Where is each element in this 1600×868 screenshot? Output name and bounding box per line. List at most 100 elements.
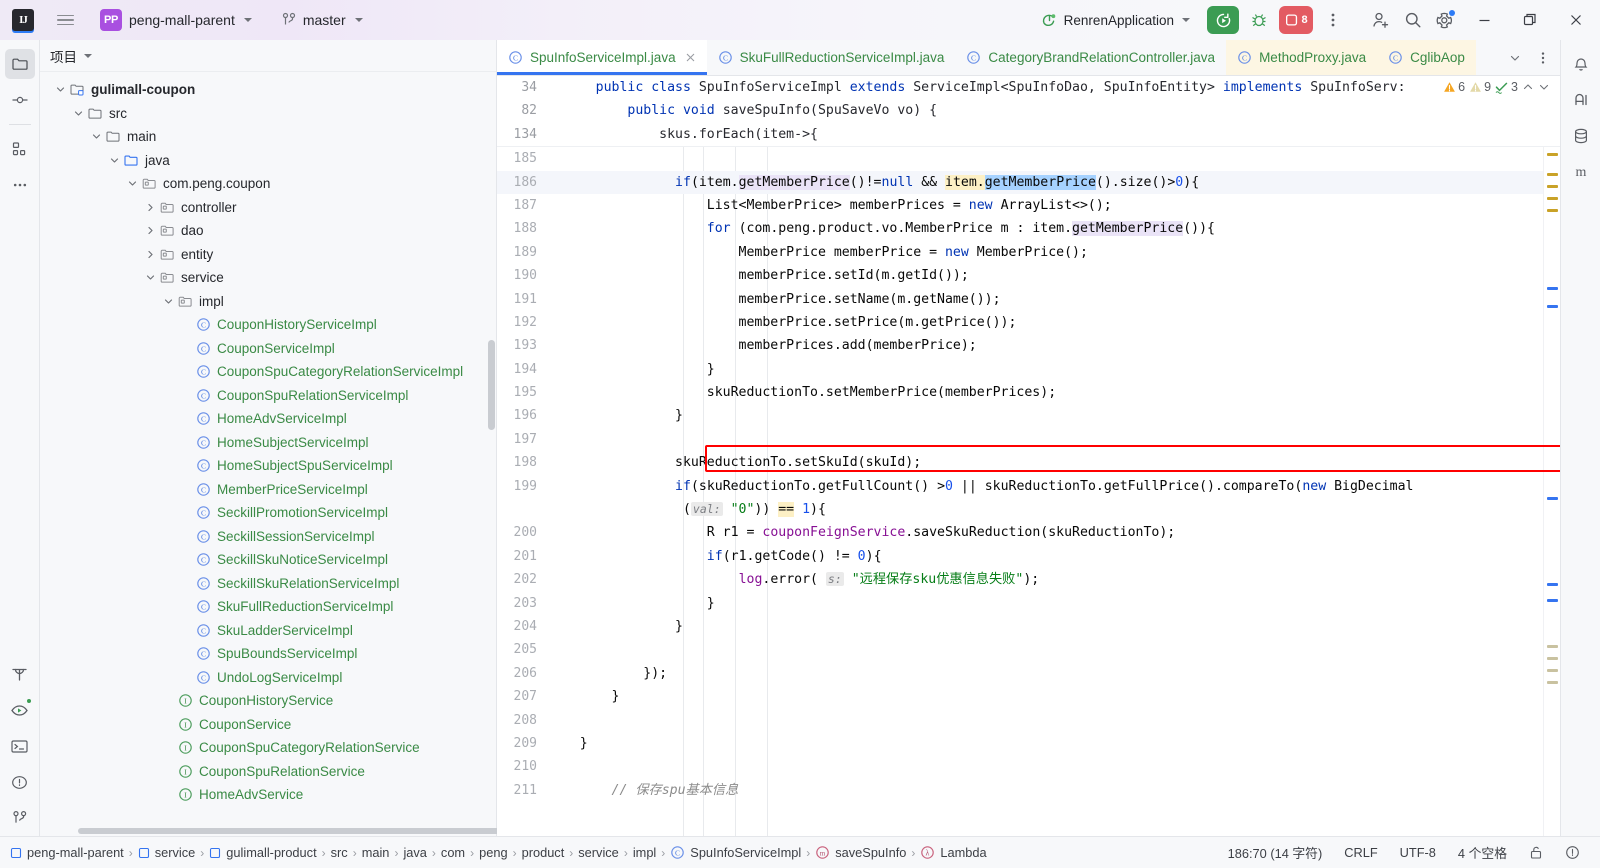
tree-node[interactable]: C SkuLadderServiceImpl [40,619,496,643]
breadcrumb-item[interactable]: com [437,843,469,862]
maximize-button[interactable] [1508,0,1552,40]
sidebar-item-problems[interactable] [5,767,35,797]
code-line[interactable]: 201 if(r1.getCode() != 0){ [497,545,1543,568]
code-line[interactable]: 196 } [497,404,1543,427]
tree-node[interactable]: controller [40,196,496,220]
notifications-button[interactable]: 8 [1279,6,1313,34]
tree-node[interactable]: dao [40,219,496,243]
settings-button[interactable] [1430,5,1460,35]
chevron-up-icon[interactable] [1522,81,1534,93]
breadcrumb-item[interactable]: service [134,843,200,862]
tree-node[interactable]: C HomeSubjectSpuServiceImpl [40,454,496,478]
code-line[interactable]: 192 memberPrice.setPrice(m.getPrice()); [497,311,1543,334]
breadcrumb-item[interactable]: src [327,843,352,862]
tree-node[interactable]: C UndoLogServiceImpl [40,666,496,690]
editor-tab[interactable]: C SkuFullReductionServiceImpl.java [707,40,956,75]
tree-node[interactable]: I CouponSpuCategoryRelationService [40,736,496,760]
editor-tab[interactable]: C CglibAop [1377,40,1476,75]
breadcrumb-item[interactable]: gulimall-product [205,843,320,862]
code-line[interactable]: 185 [497,147,1543,170]
more-actions-button[interactable] [1318,5,1348,35]
debug-button[interactable] [1244,5,1274,35]
tree-node[interactable]: C MemberPriceServiceImpl [40,478,496,502]
code-line[interactable]: 209 } [497,732,1543,755]
sidebar-item-project[interactable] [4,49,35,79]
code-line[interactable]: 200 R r1 = couponFeignService.saveSkuRed… [497,521,1543,544]
breadcrumb-item[interactable]: product [518,843,569,862]
sidebar-item-commit[interactable] [5,85,35,115]
chevron-down-icon[interactable] [70,109,86,118]
code-line[interactable]: 208 [497,709,1543,732]
project-tree-vertical-scrollbar[interactable] [488,340,495,430]
add-collaborator-button[interactable] [1366,5,1396,35]
code-line[interactable]: 210 [497,755,1543,778]
indent-setting[interactable]: 4 个空格 [1454,841,1511,864]
code-line[interactable]: 190 memberPrice.setId(m.getId()); [497,264,1543,287]
code-line[interactable]: 211 // 保存spu基本信息 [497,779,1543,802]
sidebar-item-maven[interactable]: m [1566,157,1596,187]
chevron-down-icon[interactable] [124,179,140,188]
code-line[interactable]: 195 skuReductionTo.setMemberPrice(member… [497,381,1543,404]
code-line[interactable]: 197 [497,428,1543,451]
tree-node[interactable]: src [40,102,496,126]
chevron-down-icon[interactable] [52,85,68,94]
sidebar-item-database[interactable] [1566,121,1596,151]
chevron-down-icon[interactable] [1538,81,1550,93]
code-editor[interactable]: 185 186 if(item.getMemberPrice()!=null &&… [497,147,1560,836]
editor-tab[interactable]: C MethodProxy.java [1226,40,1378,75]
code-line[interactable]: 189 MemberPrice memberPrice = new Member… [497,241,1543,264]
tree-node[interactable]: C CouponServiceImpl [40,337,496,361]
sidebar-item-ai-assistant[interactable] [1566,85,1596,115]
code-line[interactable]: 203 } [497,592,1543,615]
sidebar-item-terminal[interactable] [5,731,35,761]
breadcrumb-item[interactable]: impl [629,843,660,862]
chevron-right-icon[interactable] [142,203,158,212]
tree-node[interactable]: C HomeSubjectServiceImpl [40,431,496,455]
code-line[interactable]: 205 [497,638,1543,661]
code-line[interactable]: 199 if(skuReductionTo.getFullCount() >0 … [497,475,1543,498]
sidebar-item-notifications[interactable] [1566,49,1596,79]
tree-node[interactable]: I HomeAdvService [40,783,496,807]
code-line[interactable]: 186 if(item.getMemberPrice()!=null && it… [497,170,1543,194]
tree-node[interactable]: entity [40,243,496,267]
error-stripe-gutter[interactable] [1543,147,1560,836]
chevron-down-icon[interactable] [106,156,122,165]
problems-status-icon[interactable] [1561,843,1584,862]
tree-node[interactable]: C SkuFullReductionServiceImpl [40,595,496,619]
line-separator[interactable]: CRLF [1340,843,1381,862]
tree-node[interactable]: C CouponHistoryServiceImpl [40,313,496,337]
breadcrumb-item[interactable]: λ Lambda [916,843,990,862]
sidebar-item-more[interactable] [5,170,35,200]
code-line[interactable]: 187 List<MemberPrice> memberPrices = new… [497,194,1543,217]
breadcrumb-item[interactable]: peng [475,843,511,862]
editor-tab[interactable]: C SpuInfoServiceImpl.java [497,40,707,75]
close-button[interactable] [1554,0,1598,40]
tree-node[interactable]: com.peng.coupon [40,172,496,196]
error-count[interactable]: 6 [1443,80,1465,94]
chevron-down-icon[interactable] [84,53,92,58]
chevron-down-icon[interactable] [1502,45,1528,71]
caret-position[interactable]: 186:70 (14 字符) [1224,841,1327,864]
breadcrumb-item[interactable]: main [358,843,394,862]
project-widget[interactable]: PP peng-mall-parent [96,6,258,34]
file-encoding[interactable]: UTF-8 [1396,843,1440,862]
code-line[interactable]: 191 memberPrice.setName(m.getName()); [497,288,1543,311]
run-button[interactable] [1207,6,1239,34]
chevron-down-icon[interactable] [160,297,176,306]
sidebar-item-structure[interactable] [5,134,35,164]
tree-node[interactable]: gulimall-coupon [40,78,496,102]
tree-node[interactable]: C SeckillPromotionServiceImpl [40,501,496,525]
code-line[interactable]: 188 for (com.peng.product.vo.MemberPrice… [497,217,1543,240]
tree-node[interactable]: service [40,266,496,290]
chevron-right-icon[interactable] [142,250,158,259]
lock-icon[interactable] [1525,843,1547,862]
search-everywhere-button[interactable] [1398,5,1428,35]
breadcrumb-item[interactable]: service [574,843,623,862]
chevron-down-icon[interactable] [142,273,158,282]
tree-node[interactable]: main [40,125,496,149]
tree-node[interactable]: C SeckillSkuNoticeServiceImpl [40,548,496,572]
tree-node[interactable]: C SeckillSessionServiceImpl [40,525,496,549]
inspections-widget[interactable]: 693 [1443,80,1550,94]
sidebar-item-run[interactable] [5,695,35,725]
chevron-right-icon[interactable] [142,226,158,235]
